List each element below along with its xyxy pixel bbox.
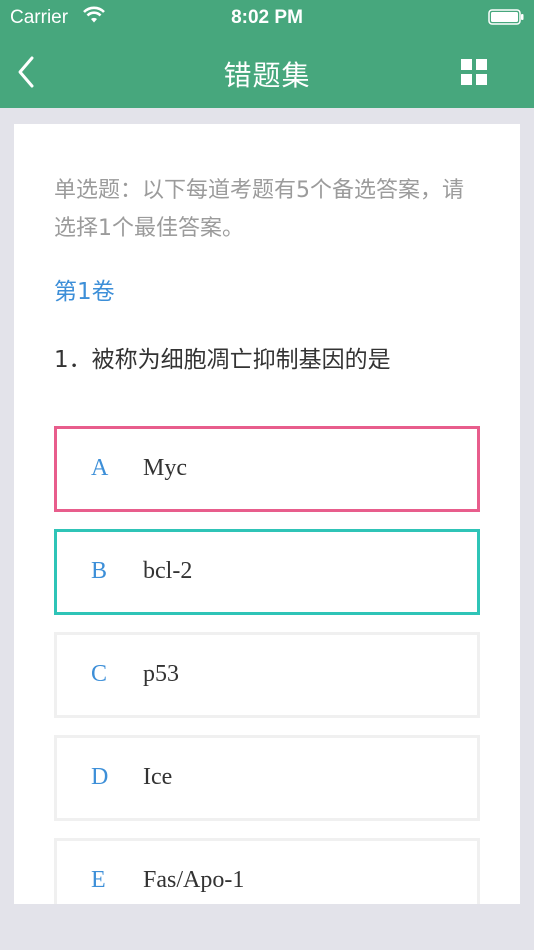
- option-d[interactable]: D Ice: [54, 735, 480, 821]
- option-text: Myc: [143, 455, 187, 481]
- app-header: Carrier 8:02 PM 错题集: [0, 0, 534, 108]
- option-b[interactable]: B bcl-2: [54, 529, 480, 615]
- nav-bar: 错题集: [0, 36, 534, 108]
- question-card: 单选题：以下每道考题有5个备选答案，请选择1个最佳答案。 第1卷 1．被称为细胞…: [14, 124, 520, 904]
- question-type-description: 单选题：以下每道考题有5个备选答案，请选择1个最佳答案。: [54, 178, 464, 241]
- option-text: bcl-2: [143, 558, 193, 584]
- battery-icon: [488, 9, 524, 25]
- option-letter: B: [91, 558, 108, 584]
- bottom-background: [0, 904, 534, 950]
- option-a[interactable]: A Myc: [54, 426, 480, 512]
- option-text: p53: [143, 661, 179, 687]
- status-time: 8:02 PM: [231, 7, 303, 28]
- status-bar: Carrier 8:02 PM: [0, 0, 534, 36]
- grid-icon[interactable]: [460, 58, 488, 86]
- option-letter: D: [91, 764, 109, 790]
- option-e[interactable]: E Fas/Apo-1: [54, 838, 480, 904]
- volume-label: 第1卷: [54, 279, 115, 305]
- option-letter: E: [91, 867, 106, 893]
- page-title: 错题集: [223, 60, 311, 91]
- option-text: Ice: [143, 764, 173, 790]
- option-letter: C: [91, 661, 108, 687]
- option-letter: A: [91, 455, 109, 481]
- question-text: 1．被称为细胞凋亡抑制基因的是: [54, 347, 391, 373]
- option-text: Fas/Apo-1: [143, 867, 245, 893]
- option-c[interactable]: C p53: [54, 632, 480, 718]
